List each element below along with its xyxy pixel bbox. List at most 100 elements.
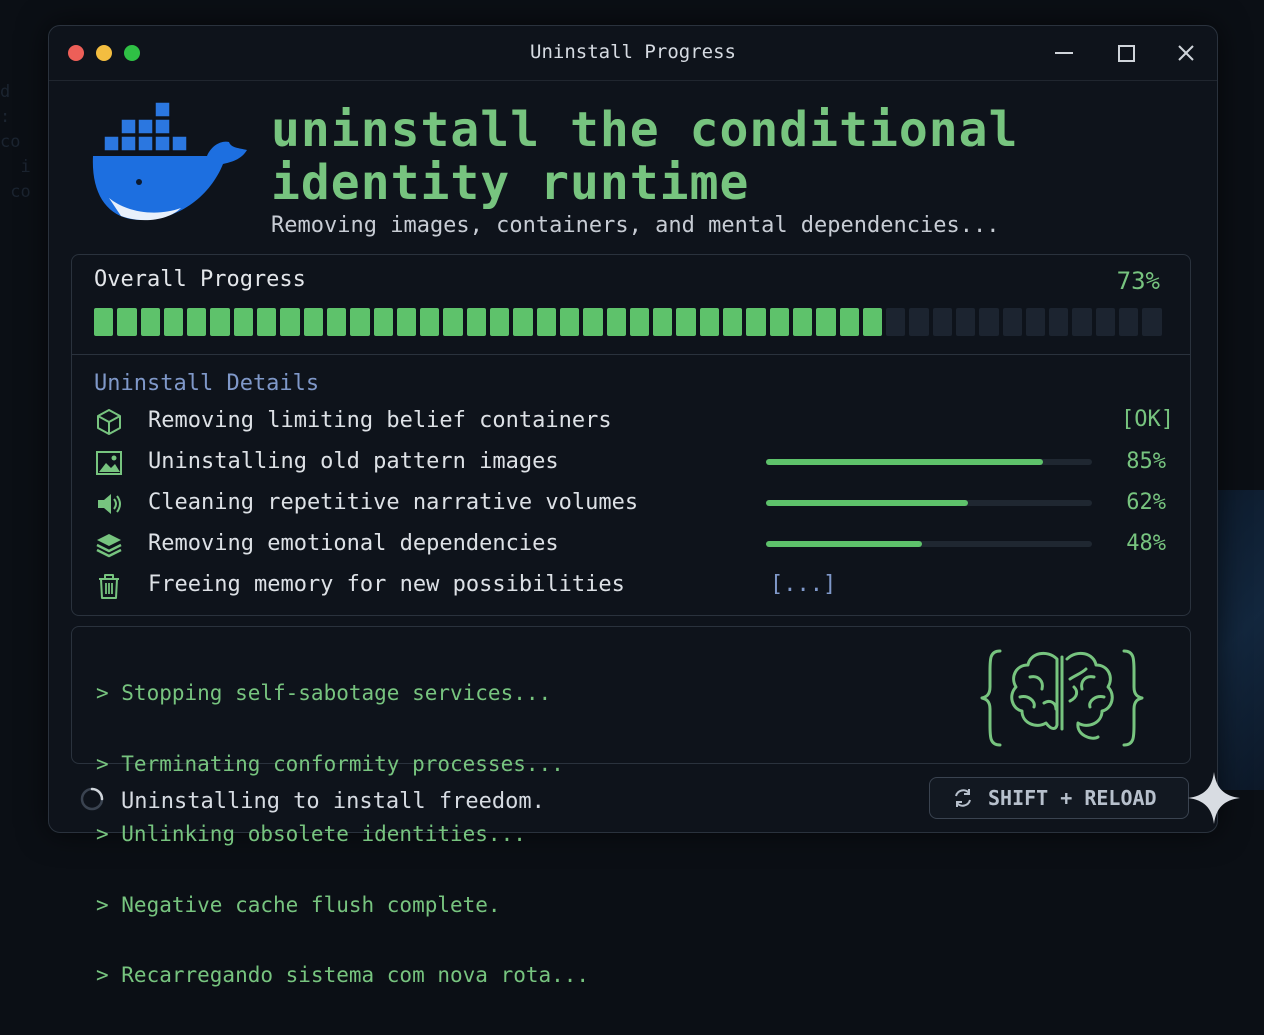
progress-segment [1072,308,1092,336]
progress-segment [909,308,929,336]
progress-segment [373,308,393,336]
overall-progress-bar [94,308,1162,336]
brain-in-braces-icon [980,649,1144,747]
progress-segment [862,308,883,336]
progress-segment [699,308,720,336]
maximize-icon[interactable] [1111,38,1141,68]
sparkle-icon [1188,772,1240,824]
log-line: > Negative cache flush complete. [96,892,501,917]
window-title: Uninstall Progress [530,41,736,63]
progress-segment [746,308,766,336]
uninstall-window: Uninstall Progress uninstall the conditi… [48,25,1218,987]
progress-segment [653,308,673,336]
progress-segment [233,308,254,336]
detail-label: Freeing memory for new possibilities [148,572,625,597]
progress-segment [886,308,906,336]
detail-percent: 85% [1126,449,1166,474]
progress-segment [676,308,696,336]
headline: uninstall the conditional identity runti… [271,104,1018,210]
subtitle: Removing images, containers, and mental … [271,213,1000,238]
progress-segment [1095,308,1116,336]
progress-segment [792,308,813,336]
progress-segment [1049,308,1069,336]
log-line: > Recarregando sistema com nova rota... [96,963,590,987]
detail-label: Uninstalling old pattern images [148,449,559,474]
progress-segment [1025,308,1046,336]
progress-panel: Overall Progress 73% Uninstall Details R… [71,254,1191,616]
progress-segment [117,308,137,336]
panel-divider [72,354,1190,355]
detail-progress-fill [766,541,923,547]
progress-segment [257,308,277,336]
progress-segment [1142,308,1162,336]
progress-segment [490,308,510,336]
progress-segment [769,308,789,336]
status-ok: [OK] [1121,407,1174,432]
progress-segment [163,308,184,336]
progress-segment [466,308,487,336]
layers-icon [96,534,122,558]
progress-segment [350,308,370,336]
progress-segment [536,308,556,336]
background-code-left: d : co i co [0,82,31,202]
progress-segment [1002,308,1022,336]
detail-progress-fill [766,459,1044,465]
cube-icon [97,409,121,435]
progress-segment [187,308,207,336]
headline-line-2: identity runtime [271,155,750,211]
progress-segment [94,308,114,336]
detail-row: Removing emotional dependencies 48% [94,528,1174,562]
progress-segment [210,308,230,336]
progress-segment [443,308,463,336]
log-line: > Stopping self-sabotage services... [96,681,552,705]
close-icon[interactable] [1171,38,1201,68]
progress-segment [140,308,160,336]
minimize-icon[interactable] [1049,38,1079,68]
detail-label: Cleaning repetitive narrative volumes [148,490,639,515]
log-lines: > Stopping self-sabotage services... > T… [96,635,589,1035]
detail-row: Uninstalling old pattern images 85% [94,446,1174,480]
trash-icon [99,574,119,599]
detail-percent: 48% [1126,531,1166,556]
progress-segment [979,308,999,336]
progress-segment [629,308,650,336]
progress-segment [513,308,533,336]
progress-segment [1119,308,1139,336]
detail-progress-bar [766,459,1092,465]
progress-segment [955,308,976,336]
progress-segment [723,308,743,336]
image-icon [96,451,122,475]
shift-reload-button[interactable]: SHIFT + RELOAD [929,777,1189,819]
reload-button-label: SHIFT + RELOAD [988,786,1157,810]
detail-row: Removing limiting belief containers [OK] [94,405,1174,439]
progress-segment [839,308,859,336]
docker-whale-logo [92,101,247,221]
detail-progress-bar [766,500,1092,506]
refresh-icon [955,789,971,807]
overall-progress-label: Overall Progress [94,267,306,292]
detail-progress-bar [766,541,1092,547]
terminal-log: > Stopping self-sabotage services... > T… [71,626,1191,987]
status-pending: [...] [770,572,837,597]
progress-segment [420,308,440,336]
title-bar: Uninstall Progress [49,26,1217,81]
progress-segment [816,308,836,336]
detail-label: Removing limiting belief containers [148,408,612,433]
progress-segment [303,308,323,336]
progress-segment [326,308,347,336]
progress-segment [559,308,580,336]
loading-spinner-icon [80,787,104,811]
footer-status: Uninstalling to install freedom. [121,789,545,814]
details-title: Uninstall Details [94,371,320,396]
log-line: > Terminating conformity processes... [96,751,564,776]
progress-segment [396,308,417,336]
headline-line-1: uninstall the conditional [271,102,1019,158]
detail-progress-fill [766,500,969,506]
detail-row: Cleaning repetitive narrative volumes 62… [94,487,1174,521]
detail-row: Freeing memory for new possibilities [..… [94,569,1174,603]
overall-progress-percent: 73% [1116,267,1160,295]
log-line: > Unlinking obsolete identities... [96,822,526,846]
progress-segment [280,308,300,336]
progress-segment [932,308,952,336]
detail-percent: 62% [1126,490,1166,515]
